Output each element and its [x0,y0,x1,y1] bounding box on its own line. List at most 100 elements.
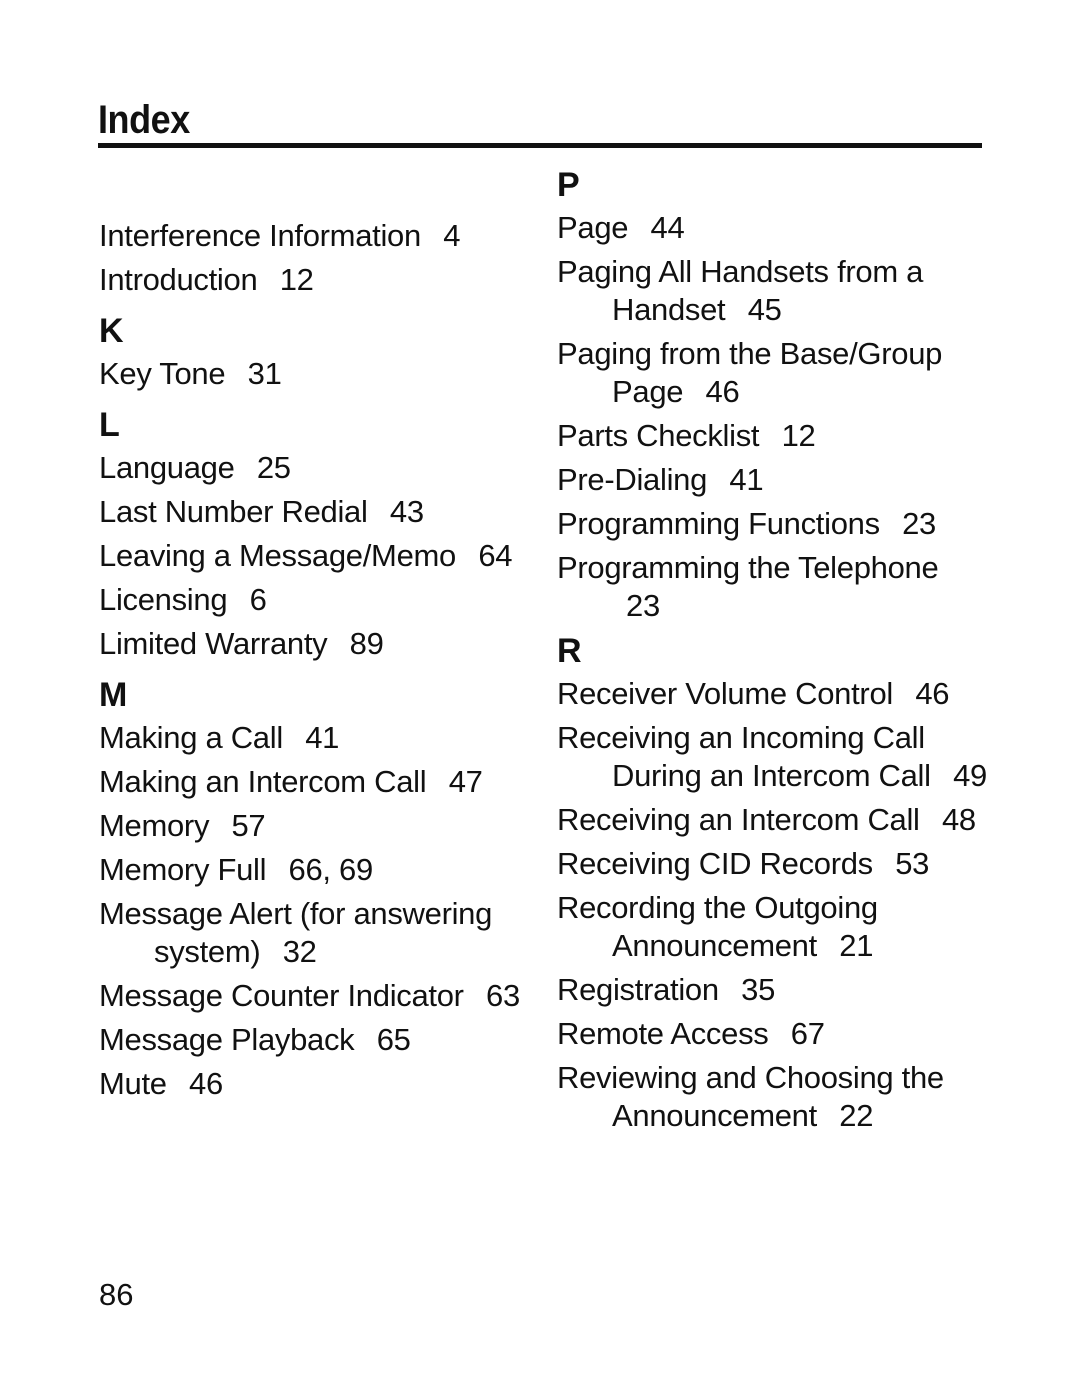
index-entry: Recording the Outgoing Announcement 21 [557,889,987,965]
index-column-right: P Page 44 Paging All Handsets from a Hands… [557,165,987,1141]
entry-term: Interference Information [99,218,421,253]
section-letter: R [557,632,582,670]
entry-page-ref: 49 [953,758,987,793]
entry-term: Memory [99,808,210,843]
index-entry: Paging All Handsets from a Handset 45 [557,253,987,329]
index-entry: Memory Full 66, 69 [99,851,529,889]
index-entry: Parts Checklist 12 [557,417,987,455]
entry-term: Making an Intercom Call [99,764,427,799]
entry-term: Message Counter Indicator [99,978,464,1013]
entry-term: Programming the Telephone [557,550,939,585]
index-column-left: Interference Information 4 Introduction 1… [99,165,529,1109]
index-entry: Programming the Telephone 23 [557,549,987,625]
index-entry: Language 25 [99,449,529,487]
index-section-l: L Language 25 Last Number Redial 43 Leaving… [99,405,529,663]
index-entry: Receiving an Intercom Call 48 [557,801,987,839]
entry-term: Recording the Outgoing Announcement [557,890,878,963]
entry-page-ref: 65 [376,1022,411,1057]
entry-page-ref: 45 [747,292,782,327]
entry-term: Language [99,450,235,485]
index-entry: Receiving an Incoming Call During an Int… [557,719,987,795]
entry-term: Paging from the Base/Group Page [557,336,943,409]
index-entry: Last Number Redial 43 [99,493,529,531]
entry-page-ref: 21 [839,928,874,963]
index-entry: Introduction 12 [99,261,529,299]
entry-page-ref: 64 [478,538,513,573]
entry-page-ref: 23 [626,588,660,623]
title-divider [98,143,982,148]
index-entry: Licensing 6 [99,581,529,619]
entry-page-ref: 53 [895,846,930,881]
index-entry: Limited Warranty 89 [99,625,529,663]
continued-entries: Interference Information 4 Introduction 1… [99,217,529,299]
entry-term: Last Number Redial [99,494,368,529]
entry-term: Programming Functions [557,506,880,541]
entry-page-ref: 4 [443,218,461,253]
index-entry: Leaving a Message/Memo 64 [99,537,529,575]
left-sections: K Key Tone 31 L Language 25 Last Number Redi… [99,311,529,1103]
entry-term: Registration [557,972,719,1007]
entry-page-ref: 12 [279,262,314,297]
entry-page-ref: 22 [839,1098,874,1133]
entry-term: Page [557,210,629,245]
index-entry: Receiving CID Records 53 [557,845,987,883]
entry-page-ref: 67 [790,1016,825,1051]
index-section-p: P Page 44 Paging All Handsets from a Hands… [557,165,987,625]
entry-page-ref: 47 [448,764,483,799]
index-entry: Programming Functions 23 [557,505,987,543]
entry-page-ref: 41 [729,462,764,497]
index-entry: Message Counter Indicator 63 [99,977,529,1015]
page-number: 86 [99,1277,134,1312]
entry-page-ref: 12 [781,418,816,453]
entry-term: Key Tone [99,356,226,391]
entry-term: Licensing [99,582,228,617]
column-spacer [99,165,529,217]
entry-term: Mute [99,1066,167,1101]
index-entry: Message Alert (for answering system) 32 [99,895,529,971]
entry-page-ref: 43 [389,494,424,529]
entry-page-ref: 44 [650,210,685,245]
entry-term: Limited Warranty [99,626,328,661]
index-entry: Memory 57 [99,807,529,845]
section-letter: L [99,406,120,444]
entry-term: Parts Checklist [557,418,760,453]
section-letter: P [557,166,580,204]
page-title: Index [98,98,190,142]
section-letter: M [99,676,128,714]
index-entry: Pre-Dialing 41 [557,461,987,499]
entry-page-ref: 46 [915,676,950,711]
entry-page-ref: 89 [349,626,384,661]
index-section-r: R Receiver Volume Control 46 Receiving an … [557,631,987,1135]
index-entry: Receiver Volume Control 46 [557,675,987,713]
entry-term: Receiver Volume Control [557,676,893,711]
entry-page-ref: 41 [305,720,340,755]
entry-term: Memory Full [99,852,267,887]
index-entry: Key Tone 31 [99,355,529,393]
index-entry: Reviewing and Choosing the Announcement … [557,1059,987,1135]
entry-page-ref: 46 [189,1066,223,1101]
entry-term: Pre-Dialing [557,462,708,497]
entry-page-ref: 48 [941,802,976,837]
index-entry: Paging from the Base/Group Page 46 [557,335,987,411]
index-entry: Remote Access 67 [557,1015,987,1053]
entry-term: Receiving CID Records [557,846,873,881]
index-section-m: M Making a Call 41 Making an Intercom Call… [99,675,529,1103]
entry-page-ref: 23 [902,506,936,541]
index-section-k: K Key Tone 31 [99,311,529,393]
index-entry: Registration 35 [557,971,987,1009]
index-entry: Message Playback 65 [99,1021,529,1059]
entry-page-ref: 6 [249,582,267,617]
entry-page-ref: 25 [256,450,291,485]
entry-term: Reviewing and Choosing the Announcement [557,1060,944,1133]
entry-page-ref: 32 [282,934,317,969]
entry-term: Leaving a Message/Memo [99,538,456,573]
entry-term: Receiving an Incoming Call During an Int… [557,720,931,793]
entry-term: Introduction [99,262,258,297]
entry-page-ref: 35 [741,972,776,1007]
index-entry: Page 44 [557,209,987,247]
entry-term: Remote Access [557,1016,769,1051]
entry-term: Paging All Handsets from a Handset [557,254,924,327]
entry-page-ref: 46 [705,374,740,409]
index-entry: Interference Information 4 [99,217,529,255]
index-entry: Making an Intercom Call 47 [99,763,529,801]
